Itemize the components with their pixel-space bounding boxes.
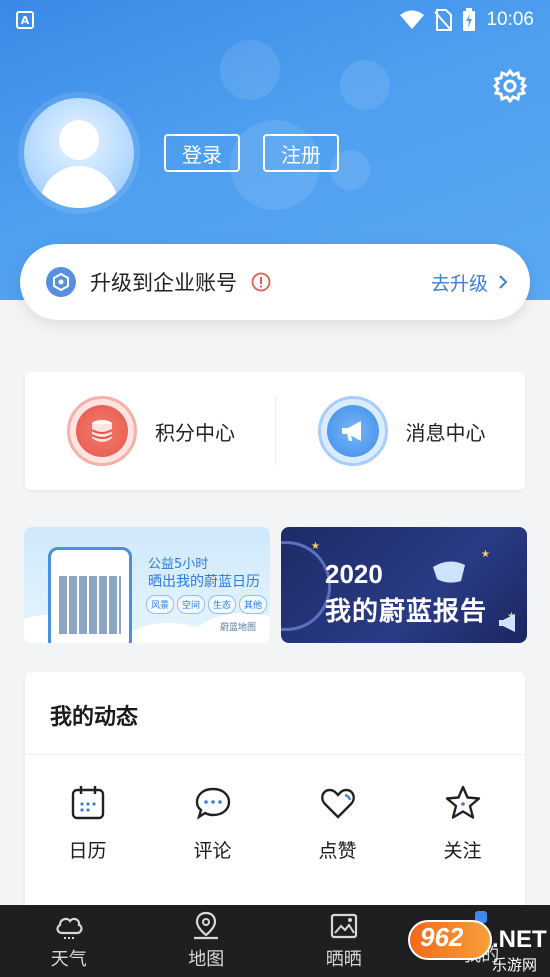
annual-report-banner[interactable]: ★ ★ ★ 2020 我的蔚蓝报告 — [281, 527, 527, 643]
enterprise-badge-icon — [46, 267, 76, 297]
upgrade-action-label: 去升级 — [430, 272, 488, 295]
cloud-icon — [56, 917, 83, 939]
star-icon — [445, 785, 480, 819]
heart-icon — [320, 788, 355, 819]
battery-charging-icon — [463, 8, 476, 31]
calendar-grid-illustration — [59, 576, 121, 634]
dynamics-label: 评论 — [193, 840, 232, 862]
banner-left-brand: 蔚蓝地图 — [219, 623, 256, 633]
banner-right-year: 2020 — [325, 559, 383, 589]
dynamics-item-like[interactable]: 点赞 — [275, 784, 400, 863]
no-sim-icon — [434, 9, 453, 31]
calendar-campaign-banner[interactable]: 公益5小时 晒出我的蔚蓝日历 风景 空间 生态 其他 蔚蓝地图 — [24, 527, 270, 643]
calendar-icon — [71, 786, 104, 820]
dynamics-item-follow[interactable]: 关注 — [400, 784, 525, 863]
banner-left-line2: 晒出我的蔚蓝日历 — [148, 574, 260, 590]
wifi-icon — [400, 10, 425, 29]
clock-illustration — [281, 541, 331, 631]
chevron-right-icon — [499, 275, 508, 289]
bokeh-light — [340, 60, 390, 110]
avatar-body — [40, 166, 118, 208]
points-coin-icon — [67, 396, 137, 466]
upgrade-enterprise-card[interactable]: 升级到企业账号 去升级 — [20, 244, 530, 320]
dynamics-item-comment[interactable]: 评论 — [150, 784, 275, 863]
service-centers-card: 积分中心 消息中心 — [25, 372, 525, 490]
photo-icon — [330, 913, 357, 939]
login-button[interactable]: 登录 — [164, 134, 240, 172]
warning-icon — [251, 272, 271, 292]
banner-tag: 其他 — [239, 595, 268, 614]
banner-left-line1: 公益5小时 — [148, 557, 209, 572]
map-pin-icon — [194, 911, 219, 940]
my-dynamics-title: 我的动态 — [50, 705, 139, 730]
avatar-head — [59, 120, 99, 160]
divider — [25, 754, 525, 755]
settings-gear-icon[interactable] — [492, 68, 528, 104]
bokeh-light — [220, 40, 280, 100]
banner-right-title: 我的蔚蓝报告 — [325, 597, 488, 627]
my-dynamics-card: 我的动态 日历 评论 点赞 关注 — [25, 672, 525, 912]
tab-share[interactable]: 晒晒 — [275, 905, 413, 977]
star-decoration: ★ — [481, 549, 490, 560]
mask-illustration — [433, 561, 465, 583]
phone-illustration — [48, 547, 132, 643]
dynamics-item-calendar[interactable]: 日历 — [25, 784, 150, 863]
banner-tag: 空间 — [177, 595, 206, 614]
banner-tag: 风景 — [146, 595, 175, 614]
star-decoration: ★ — [311, 541, 320, 552]
dynamics-label: 关注 — [443, 840, 482, 862]
tab-weather[interactable]: 天气 — [0, 905, 138, 977]
watermark-subtitle: 乐游网 — [492, 956, 538, 974]
dynamics-grid: 日历 评论 点赞 关注 — [25, 784, 525, 863]
tab-label: 地图 — [188, 949, 225, 970]
points-center-label: 积分中心 — [155, 420, 235, 445]
message-center[interactable]: 消息中心 — [276, 372, 526, 490]
points-center[interactable]: 积分中心 — [25, 372, 275, 490]
status-time: 10:06 — [486, 9, 534, 30]
watermark-number: 962 — [420, 922, 464, 952]
comment-icon — [195, 787, 230, 820]
dynamics-label: 日历 — [68, 840, 107, 862]
message-center-label: 消息中心 — [405, 420, 486, 445]
site-watermark: 962 .NET 乐游网 — [408, 920, 547, 974]
banner-left-tags: 风景 空间 生态 其他 — [146, 595, 268, 614]
status-bar: A 10:06 — [0, 0, 550, 40]
banner-tag: 生态 — [208, 595, 237, 614]
upgrade-action[interactable]: 去升级 — [431, 269, 508, 296]
dynamics-label: 点赞 — [318, 840, 357, 862]
upgrade-text: 升级到企业账号 — [90, 271, 237, 295]
megaphone-decoration — [499, 614, 515, 632]
megaphone-icon — [317, 396, 388, 466]
register-button[interactable]: 注册 — [263, 134, 339, 172]
watermark-suffix: .NET — [492, 926, 547, 953]
tab-label: 晒晒 — [325, 949, 362, 970]
app-notification-icon: A — [16, 11, 34, 29]
tab-map[interactable]: 地图 — [138, 905, 276, 977]
avatar[interactable] — [24, 98, 134, 208]
tab-label: 天气 — [50, 949, 87, 970]
